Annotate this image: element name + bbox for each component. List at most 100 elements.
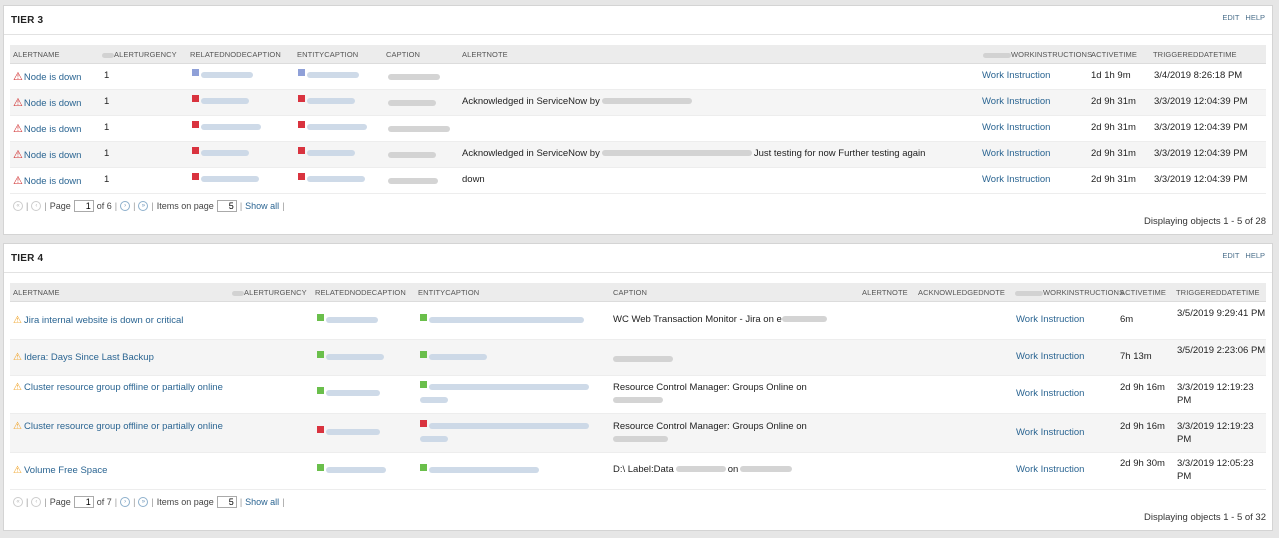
work-instruction-link[interactable]: Work Instruction bbox=[982, 96, 1050, 107]
node-status-icon bbox=[317, 386, 324, 394]
redacted-text bbox=[307, 72, 359, 79]
warning-triangle-orange-icon: ⚠ bbox=[13, 421, 22, 432]
tier4-header-links: EDIT HELP bbox=[1218, 251, 1265, 260]
alertname-cell[interactable]: ⚠Node is down bbox=[13, 148, 81, 161]
work-instruction-link[interactable]: Work Instruction bbox=[1016, 314, 1084, 325]
relatednode-cell[interactable] bbox=[317, 386, 380, 399]
work-instruction-link[interactable]: Work Instruction bbox=[982, 122, 1050, 133]
tier4-edit-link[interactable]: EDIT bbox=[1222, 251, 1239, 260]
alertname-cell[interactable]: ⚠ Volume Free Space bbox=[13, 465, 107, 476]
tier4-title: TIER 4 bbox=[11, 253, 44, 264]
show-all-link[interactable]: Show all bbox=[245, 497, 279, 507]
work-instruction-link[interactable]: Work Instruction bbox=[982, 174, 1050, 185]
page-number-input[interactable] bbox=[73, 200, 94, 212]
entity-cell[interactable] bbox=[420, 380, 600, 407]
alertname-cell[interactable]: ⚠Node is down bbox=[13, 70, 81, 83]
table-row: ⚠ Cluster resource group offline or parti… bbox=[10, 376, 1266, 414]
th-alerturgency[interactable]: ALERTURGENCY bbox=[232, 283, 307, 302]
work-instruction-link[interactable]: Work Instruction bbox=[1016, 427, 1084, 438]
th-alertnote[interactable]: ALERTNOTE bbox=[462, 45, 508, 64]
th-triggereddatetime[interactable]: TRIGGEREDDATETIME bbox=[1153, 45, 1237, 64]
redacted-text bbox=[983, 52, 1011, 58]
work-instruction-link[interactable]: Work Instruction bbox=[982, 70, 1050, 81]
work-instruction-link[interactable]: Work Instruction bbox=[1016, 388, 1084, 399]
th-acknowledgednote[interactable]: ACKNOWLEDGEDNOTE bbox=[918, 283, 1005, 302]
th-alertnote[interactable]: ALERTNOTE bbox=[862, 283, 908, 302]
work-instruction-link[interactable]: Work Instruction bbox=[982, 148, 1050, 159]
tier3-edit-link[interactable]: EDIT bbox=[1222, 13, 1239, 22]
items-per-page-input[interactable] bbox=[216, 496, 237, 508]
caption-cell bbox=[388, 176, 438, 187]
activetime-cell: 2d 9h 31m bbox=[1091, 122, 1136, 133]
entity-cell[interactable] bbox=[298, 68, 359, 81]
th-alertname[interactable]: ALERTNAME bbox=[13, 45, 60, 64]
alertname-cell[interactable]: ⚠ Jira internal website is down or critic… bbox=[13, 315, 183, 326]
entity-cell[interactable] bbox=[298, 172, 365, 185]
table-row: ⚠ Jira internal website is down or critic… bbox=[10, 302, 1266, 340]
relatednode-cell[interactable] bbox=[317, 313, 378, 326]
relatednode-cell[interactable] bbox=[317, 425, 380, 438]
work-instruction-link[interactable]: Work Instruction bbox=[1016, 351, 1084, 362]
redacted-text bbox=[201, 176, 259, 183]
next-page-icon[interactable]: › bbox=[120, 497, 131, 507]
alertname-cell[interactable]: ⚠Node is down bbox=[13, 174, 81, 187]
alertname-cell[interactable]: ⚠ Idera: Days Since Last Backup bbox=[13, 352, 154, 363]
redacted-text bbox=[420, 436, 448, 443]
th-caption[interactable]: CAPTION bbox=[613, 283, 647, 302]
th-activetime[interactable]: ACTIVETIME bbox=[1120, 283, 1166, 302]
th-activetime[interactable]: ACTIVETIME bbox=[1091, 45, 1137, 64]
alertname-cell[interactable]: ⚠Node is down bbox=[13, 96, 81, 109]
th-entitycaption[interactable]: ENTITYCAPTION bbox=[418, 283, 479, 302]
work-instruction-link[interactable]: Work Instruction bbox=[1016, 464, 1084, 475]
th-workinstructions[interactable]: WORKINSTRUCTIONS bbox=[983, 45, 1092, 64]
relatednode-cell[interactable] bbox=[192, 94, 249, 107]
relatednode-cell[interactable] bbox=[192, 146, 249, 159]
page-number-input[interactable] bbox=[73, 496, 94, 508]
entity-cell[interactable] bbox=[298, 146, 355, 159]
redacted-text bbox=[613, 436, 668, 443]
prev-page-icon[interactable]: ‹ bbox=[31, 201, 42, 211]
node-status-icon bbox=[298, 94, 305, 102]
th-workinstructions[interactable]: WORKINSTRUCTIONS bbox=[1015, 283, 1124, 302]
entity-cell[interactable] bbox=[420, 463, 539, 476]
last-page-icon[interactable]: » bbox=[138, 497, 149, 507]
show-all-link[interactable]: Show all bbox=[245, 201, 279, 211]
tier3-panel: TIER 3 EDIT HELP ALERTNAME ALERTURGENCY … bbox=[3, 5, 1273, 235]
entity-cell[interactable] bbox=[420, 313, 584, 326]
redacted-text bbox=[429, 384, 589, 391]
th-relatednodecaption[interactable]: RELATEDNODECAPTION bbox=[315, 283, 406, 302]
caption-cell: D:\ Label:Data on bbox=[613, 464, 793, 475]
alertname-cell[interactable]: ⚠Node is down bbox=[13, 122, 81, 135]
prev-page-icon[interactable]: ‹ bbox=[31, 497, 42, 507]
items-per-page-input[interactable] bbox=[216, 200, 237, 212]
th-caption[interactable]: CAPTION bbox=[386, 45, 420, 64]
relatednode-cell[interactable] bbox=[192, 120, 261, 133]
tier4-help-link[interactable]: HELP bbox=[1245, 251, 1265, 260]
last-page-icon[interactable]: » bbox=[138, 201, 149, 211]
th-relatednodecaption[interactable]: RELATEDNODECAPTION bbox=[190, 45, 281, 64]
relatednode-cell[interactable] bbox=[317, 463, 386, 476]
node-status-icon bbox=[192, 94, 199, 102]
alertname-cell[interactable]: ⚠ Cluster resource group offline or parti… bbox=[13, 420, 228, 433]
alertname-cell[interactable]: ⚠ Cluster resource group offline or parti… bbox=[13, 381, 228, 394]
relatednode-cell[interactable] bbox=[317, 350, 384, 363]
first-page-icon[interactable]: « bbox=[13, 201, 23, 211]
entity-cell[interactable] bbox=[298, 94, 355, 107]
items-on-page-label: Items on page bbox=[156, 497, 214, 507]
redacted-text bbox=[601, 150, 752, 157]
th-triggereddatetime[interactable]: TRIGGEREDDATETIME bbox=[1176, 283, 1260, 302]
tier4-display-count: Displaying objects 1 - 5 of 32 bbox=[1144, 512, 1266, 523]
relatednode-cell[interactable] bbox=[192, 68, 253, 81]
th-entitycaption[interactable]: ENTITYCAPTION bbox=[297, 45, 358, 64]
first-page-icon[interactable]: « bbox=[13, 497, 23, 507]
th-alertname[interactable]: ALERTNAME bbox=[13, 283, 60, 302]
caption-cell: Resource Control Manager: Groups Online … bbox=[613, 381, 853, 407]
entity-cell[interactable] bbox=[420, 419, 600, 446]
redacted-text bbox=[429, 467, 539, 474]
relatednode-cell[interactable] bbox=[192, 172, 259, 185]
entity-cell[interactable] bbox=[298, 120, 367, 133]
th-alerturgency[interactable]: ALERTURGENCY bbox=[102, 45, 177, 64]
tier3-help-link[interactable]: HELP bbox=[1245, 13, 1265, 22]
entity-cell[interactable] bbox=[420, 350, 487, 363]
next-page-icon[interactable]: › bbox=[120, 201, 131, 211]
